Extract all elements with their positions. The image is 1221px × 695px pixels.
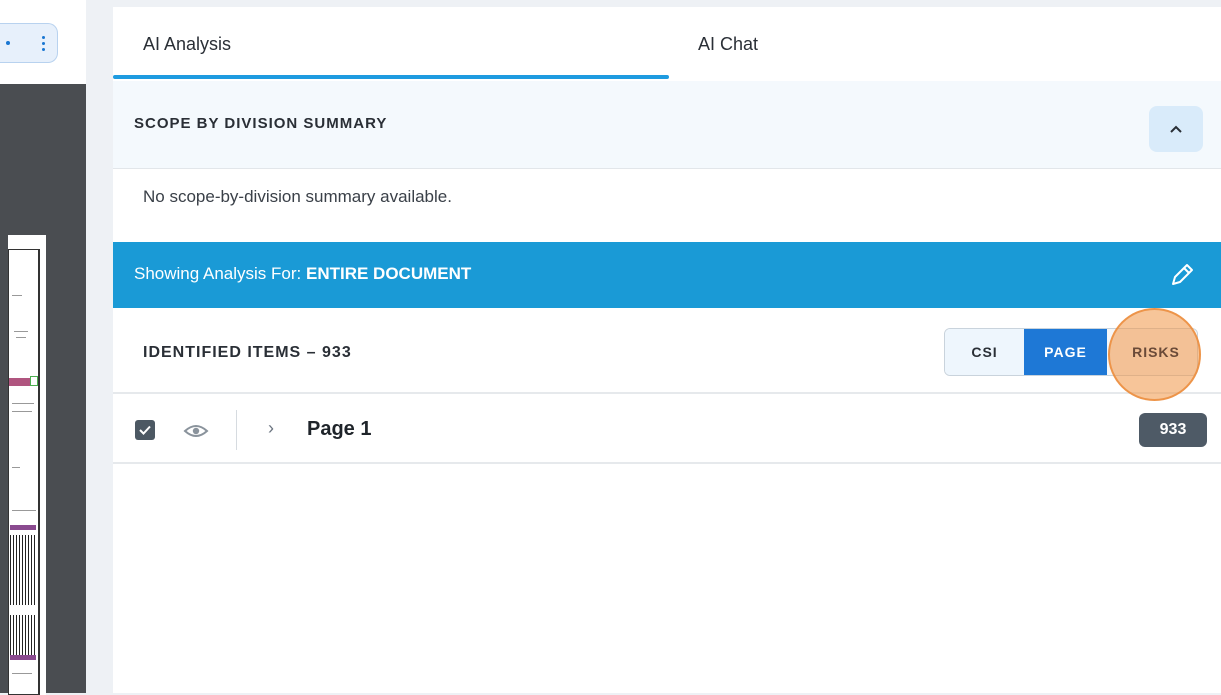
menu-dot bbox=[6, 41, 10, 45]
divider bbox=[236, 410, 237, 450]
pencil-icon bbox=[1172, 264, 1193, 285]
document-viewer[interactable] bbox=[0, 84, 86, 695]
page-group-row[interactable]: › Page 1 933 bbox=[113, 396, 1221, 464]
active-tab-indicator bbox=[113, 75, 669, 79]
ai-panel: AI Analysis AI Chat SCOPE BY DIVISION SU… bbox=[113, 7, 1221, 693]
chevron-right-icon[interactable]: › bbox=[268, 418, 274, 439]
page-group-label: Page 1 bbox=[307, 418, 372, 440]
eye-icon[interactable] bbox=[183, 422, 209, 440]
chevron-up-icon bbox=[1170, 125, 1182, 133]
toggle-risks[interactable]: RISKS bbox=[1113, 344, 1199, 360]
document-page-thumbnail bbox=[8, 235, 46, 695]
checkmark-icon bbox=[139, 425, 151, 435]
count-badge: 933 bbox=[1139, 413, 1207, 447]
section-title: SCOPE BY DIVISION SUMMARY bbox=[134, 115, 388, 132]
analysis-scope-bar: Showing Analysis For: ENTIRE DOCUMENT bbox=[113, 242, 1221, 308]
tab-ai-analysis[interactable]: AI Analysis bbox=[143, 7, 231, 81]
identified-items-header: IDENTIFIED ITEMS – 933 CSI PAGE bbox=[113, 308, 1221, 394]
identified-items-title: IDENTIFIED ITEMS – 933 bbox=[143, 344, 352, 361]
kebab-menu-icon bbox=[42, 35, 45, 51]
select-checkbox[interactable] bbox=[135, 420, 155, 440]
tab-ai-chat[interactable]: AI Chat bbox=[698, 7, 758, 81]
left-strip bbox=[0, 0, 86, 695]
more-options-button[interactable] bbox=[0, 23, 58, 63]
analysis-target: ENTIRE DOCUMENT bbox=[305, 264, 472, 283]
edit-scope-button[interactable] bbox=[1167, 260, 1197, 290]
collapse-button[interactable] bbox=[1149, 106, 1203, 152]
empty-summary-message: No scope-by-division summary available. bbox=[143, 187, 452, 206]
tab-bar: AI Analysis AI Chat bbox=[113, 7, 1221, 82]
toggle-csi[interactable]: CSI bbox=[945, 329, 1024, 375]
scope-section-header[interactable]: SCOPE BY DIVISION SUMMARY bbox=[113, 81, 1221, 169]
toggle-page[interactable]: PAGE bbox=[1024, 329, 1107, 375]
analysis-prefix: Showing Analysis For: bbox=[134, 264, 302, 283]
